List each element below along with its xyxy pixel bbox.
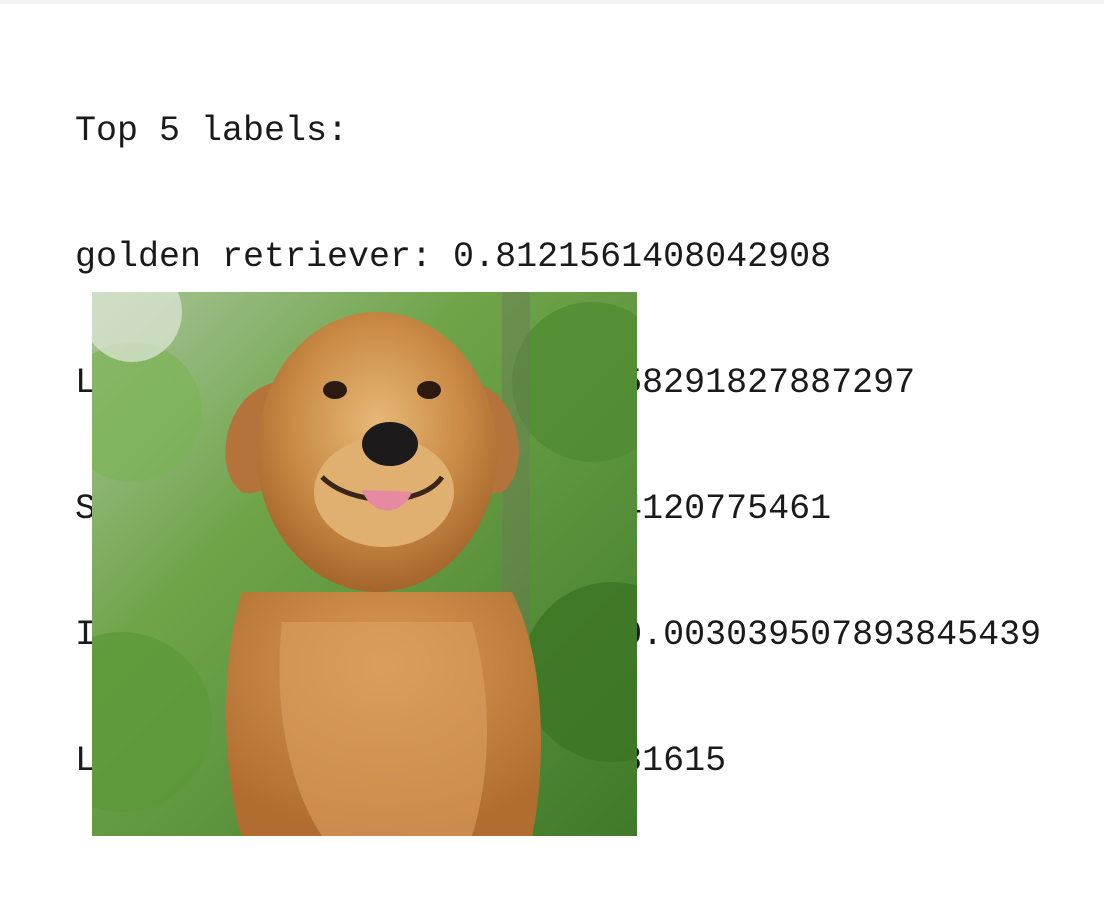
output-header: Top 5 labels: — [75, 111, 349, 151]
dog-photo — [92, 292, 637, 836]
cell-top-divider — [0, 0, 1104, 4]
prediction-line: golden retriever: 0.8121561408042908 — [75, 237, 832, 277]
dog-photo-illustration — [92, 292, 637, 836]
